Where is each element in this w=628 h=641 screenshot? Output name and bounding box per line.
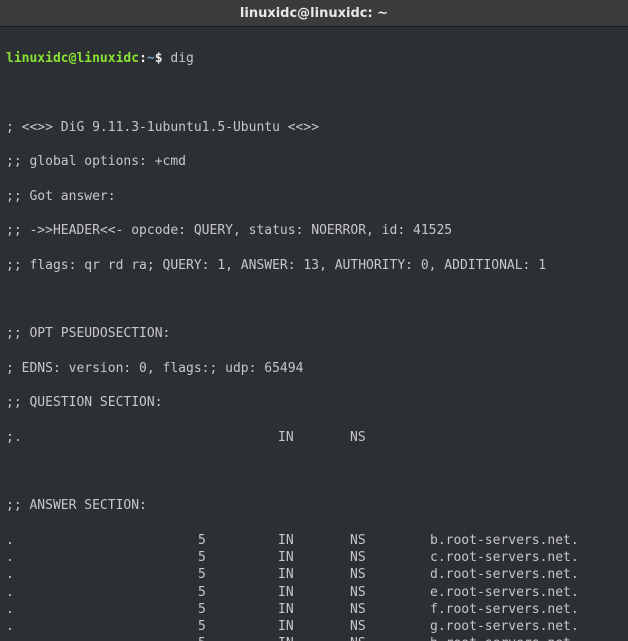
dig-answer-row: .5INNSb.root-servers.net. [6, 532, 622, 549]
blank-line [6, 85, 622, 102]
dig-answer-row: .5INNSf.root-servers.net. [6, 601, 622, 618]
answer-name: . [6, 601, 198, 618]
answer-value: b.root-servers.net. [430, 532, 622, 549]
answer-type: NS [350, 601, 430, 618]
dig-banner: ; <<>> DiG 9.11.3-1ubuntu1.5-Ubuntu <<>> [6, 119, 622, 136]
blank-line [6, 291, 622, 308]
answer-name: . [6, 566, 198, 583]
answer-value: h.root-servers.net. [430, 635, 622, 641]
answer-ttl: 5 [198, 532, 278, 549]
dig-header-line: ;; ->>HEADER<<- opcode: QUERY, status: N… [6, 222, 622, 239]
answer-ttl: 5 [198, 635, 278, 641]
answer-name: . [6, 532, 198, 549]
answer-ttl: 5 [198, 618, 278, 635]
answer-ttl: 5 [198, 566, 278, 583]
answer-value: d.root-servers.net. [430, 566, 622, 583]
answer-value: e.root-servers.net. [430, 584, 622, 601]
dig-answer-row: .5INNSc.root-servers.net. [6, 549, 622, 566]
terminal-viewport[interactable]: linuxidc@linuxidc:~$ dig ; <<>> DiG 9.11… [0, 27, 628, 641]
question-name: ;. [6, 429, 198, 446]
answer-class: IN [278, 635, 350, 641]
answer-name: . [6, 584, 198, 601]
answer-name: . [6, 549, 198, 566]
answer-class: IN [278, 532, 350, 549]
answer-class: IN [278, 566, 350, 583]
answer-class: IN [278, 618, 350, 635]
answer-type: NS [350, 566, 430, 583]
answer-value: g.root-servers.net. [430, 618, 622, 635]
prompt-path: ~ [147, 51, 155, 66]
dig-answer-row: .5INNSh.root-servers.net. [6, 635, 622, 641]
question-type: NS [350, 429, 430, 446]
answer-class: IN [278, 549, 350, 566]
entered-command: dig [170, 51, 193, 66]
dig-answer-row: .5INNSe.root-servers.net. [6, 584, 622, 601]
answer-type: NS [350, 532, 430, 549]
answer-type: NS [350, 549, 430, 566]
answer-ttl: 5 [198, 601, 278, 618]
answer-name: . [6, 635, 198, 641]
answer-ttl: 5 [198, 584, 278, 601]
window-titlebar: linuxidc@linuxidc: ~ [0, 0, 628, 27]
prompt-line-1: linuxidc@linuxidc:~$ dig [6, 50, 622, 67]
dig-got-answer: ;; Got answer: [6, 188, 622, 205]
dig-question-header: ;; QUESTION SECTION: [6, 394, 622, 411]
prompt-sigil: $ [155, 51, 163, 66]
dig-global-options: ;; global options: +cmd [6, 153, 622, 170]
dig-opt-pseudosection: ;; OPT PSEUDOSECTION: [6, 325, 622, 342]
dig-edns-line: ; EDNS: version: 0, flags:; udp: 65494 [6, 360, 622, 377]
prompt-user-host: linuxidc@linuxidc [6, 51, 139, 66]
blank-line [6, 463, 622, 480]
dig-flags-line: ;; flags: qr rd ra; QUERY: 1, ANSWER: 13… [6, 257, 622, 274]
dig-answer-row: .5INNSd.root-servers.net. [6, 566, 622, 583]
answer-ttl: 5 [198, 549, 278, 566]
answer-type: NS [350, 635, 430, 641]
window-title: linuxidc@linuxidc: ~ [240, 6, 388, 21]
dig-answer-row: .5INNSg.root-servers.net. [6, 618, 622, 635]
answer-class: IN [278, 584, 350, 601]
answer-type: NS [350, 618, 430, 635]
question-ttl [198, 429, 278, 446]
answer-value: f.root-servers.net. [430, 601, 622, 618]
answer-class: IN [278, 601, 350, 618]
dig-question-row: ;. INNS [6, 429, 622, 446]
answer-type: NS [350, 584, 430, 601]
answer-name: . [6, 618, 198, 635]
answer-value: c.root-servers.net. [430, 549, 622, 566]
prompt-sep: : [139, 51, 147, 66]
dig-answer-header: ;; ANSWER SECTION: [6, 497, 622, 514]
question-class: IN [278, 429, 350, 446]
dig-answer-section: .5INNSb.root-servers.net..5INNSc.root-se… [6, 532, 622, 641]
